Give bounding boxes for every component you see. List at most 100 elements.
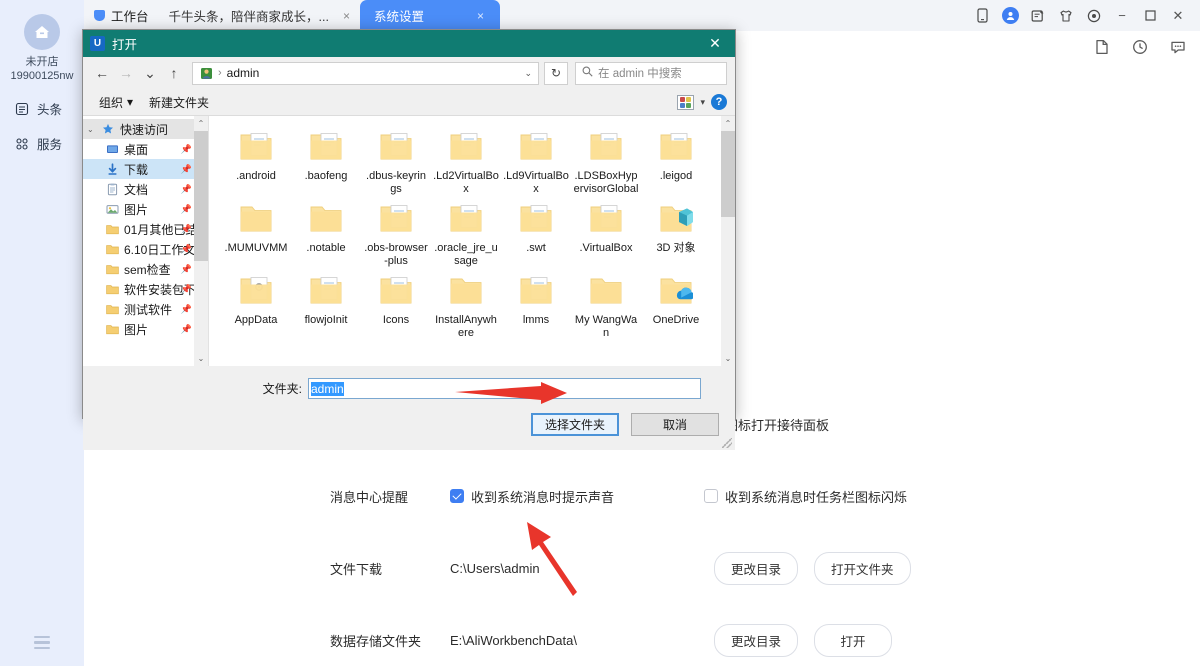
select-folder-button[interactable]: 选择文件夹 xyxy=(531,413,619,436)
file-item[interactable]: Icons xyxy=(361,268,431,340)
chevron-down-icon[interactable]: ▾ xyxy=(700,97,705,108)
organize-menu-button[interactable]: 组织 ▾ xyxy=(91,94,141,111)
file-item[interactable]: .Ld9VirtualBox xyxy=(501,124,571,196)
file-item[interactable]: My WangWan xyxy=(571,268,641,340)
open-download-folder-button[interactable]: 打开文件夹 xyxy=(814,551,911,585)
scroll-up-icon[interactable]: ⌃ xyxy=(721,116,735,131)
file-item[interactable]: .VirtualBox xyxy=(571,196,641,268)
nav-item-desktop[interactable]: 桌面 📌 xyxy=(83,139,208,159)
minimize-button[interactable]: − xyxy=(1108,0,1136,31)
rail-item-services[interactable]: 服务 xyxy=(14,134,84,153)
rail-item-toutiao[interactable]: 头条 xyxy=(14,99,84,118)
tab-close-icon[interactable]: × xyxy=(477,9,484,23)
rail-collapse-button[interactable] xyxy=(0,633,84,653)
search-input[interactable]: 在 admin 中搜索 xyxy=(575,61,727,85)
nav-item-label: 桌面 xyxy=(124,142,149,157)
feedback-icon[interactable] xyxy=(1170,39,1186,55)
quick-access-label: 快速访问 xyxy=(120,122,169,137)
datastore-path-value: E:\AliWorkbenchData\ xyxy=(450,632,577,648)
nav-item-folder-6[interactable]: 图片 📌 xyxy=(83,319,208,339)
desktop-icon xyxy=(105,142,119,156)
phone-icon[interactable] xyxy=(968,0,996,31)
file-icon[interactable] xyxy=(1094,39,1110,55)
up-button[interactable]: ↑ xyxy=(163,61,185,85)
checkbox-icon[interactable] xyxy=(450,489,464,503)
refresh-button[interactable]: ↻ xyxy=(544,61,568,85)
resize-grip[interactable] xyxy=(722,438,732,448)
file-item[interactable]: 3D 对象 xyxy=(641,196,711,268)
file-item[interactable]: flowjoInit xyxy=(291,268,361,340)
file-item[interactable]: .obs-browser-plus xyxy=(361,196,431,268)
file-item[interactable]: .swt xyxy=(501,196,571,268)
setting-label: 消息中心提醒 xyxy=(330,489,409,505)
cancel-button[interactable]: 取消 xyxy=(631,413,719,436)
new-folder-button[interactable]: 新建文件夹 xyxy=(141,94,217,111)
scrollbar-thumb[interactable] xyxy=(721,131,735,217)
dialog-close-button[interactable]: ✕ xyxy=(695,30,735,57)
recent-locations-button[interactable]: ⌄ xyxy=(139,61,161,85)
tab-label: 系统设置 xyxy=(373,10,424,24)
file-item[interactable]: .Ld2VirtualBox xyxy=(431,124,501,196)
open-datastore-button[interactable]: 打开 xyxy=(814,623,893,657)
view-options-icon[interactable] xyxy=(677,94,695,110)
organize-label: 组织 xyxy=(99,95,124,110)
tab-close-icon[interactable]: × xyxy=(343,9,350,23)
shirt-icon[interactable] xyxy=(1052,0,1080,31)
folder-3d-icon xyxy=(659,204,693,239)
folder-name-input[interactable]: admin xyxy=(308,378,701,399)
navpane-scrollbar[interactable]: ⌃ ⌄ xyxy=(194,116,208,366)
file-item[interactable]: .oracle_jre_usage xyxy=(431,196,501,268)
notify-option-flash[interactable]: 收到系统消息时任务栏图标闪烁 xyxy=(704,487,907,506)
nav-item-folder-5[interactable]: 测试软件 📌 xyxy=(83,299,208,319)
file-item[interactable]: .android xyxy=(221,124,291,196)
tab-toutiao[interactable]: 千牛头条，陪伴商家成长，... × xyxy=(159,0,360,31)
chevron-down-icon[interactable]: ⌄ xyxy=(524,68,532,79)
file-item[interactable]: AppData xyxy=(221,268,291,340)
file-name: .LDSBoxHypervisorGlobal xyxy=(573,170,639,195)
history-icon[interactable] xyxy=(1132,39,1148,55)
scrollbar-thumb[interactable] xyxy=(194,131,208,261)
file-item[interactable]: lmms xyxy=(501,268,571,340)
tab-workbench[interactable]: 工作台 xyxy=(84,0,159,31)
nav-item-folder-2[interactable]: 6.10日工作文 📌 xyxy=(83,239,208,259)
file-name: .oracle_jre_usage xyxy=(434,242,498,267)
nav-item-pictures[interactable]: 图片 📌 xyxy=(83,199,208,219)
back-button[interactable]: ← xyxy=(91,61,113,85)
file-item[interactable]: .notable xyxy=(291,196,361,268)
nav-item-folder-4[interactable]: 软件安装包下 📌 xyxy=(83,279,208,299)
folder-field-row: 文件夹: admin xyxy=(83,366,735,399)
file-item[interactable]: OneDrive xyxy=(641,268,711,340)
nav-item-folder-1[interactable]: 01月其他已结 📌 xyxy=(83,219,208,239)
notify-option-sound[interactable]: 收到系统消息时提示声音 xyxy=(450,487,614,506)
scroll-down-icon[interactable]: ⌄ xyxy=(194,351,208,366)
filepane-scrollbar[interactable]: ⌃ ⌄ xyxy=(721,116,735,366)
change-download-dir-button[interactable]: 更改目录 xyxy=(714,551,799,585)
folder-doc-icon xyxy=(449,132,483,167)
checkbox-icon[interactable] xyxy=(704,489,719,503)
file-item[interactable]: .MUMUVMM xyxy=(221,196,291,268)
file-item[interactable]: InstallAnywhere xyxy=(431,268,501,340)
quick-access-header[interactable]: ⌄ 快速访问 xyxy=(83,119,208,139)
change-datastore-dir-button[interactable]: 更改目录 xyxy=(714,623,799,657)
help-icon[interactable]: ? xyxy=(711,94,727,110)
record-icon[interactable] xyxy=(1080,0,1108,31)
file-item[interactable]: .leigod xyxy=(641,124,711,196)
account-block[interactable]: 未开店 19900125nw xyxy=(0,14,84,83)
nav-item-downloads[interactable]: 下载 📌 xyxy=(83,159,208,179)
account-icon[interactable] xyxy=(996,0,1024,31)
file-item[interactable]: .dbus-keyrings xyxy=(361,124,431,196)
nav-item-documents[interactable]: 文档 📌 xyxy=(83,179,208,199)
close-button[interactable]: ✕ xyxy=(1164,0,1192,31)
file-item[interactable]: .LDSBoxHypervisorGlobal xyxy=(571,124,641,196)
nav-item-folder-3[interactable]: sem检查 📌 xyxy=(83,259,208,279)
address-bar[interactable]: › admin ⌄ xyxy=(192,61,539,85)
forward-button[interactable]: → xyxy=(115,61,137,85)
scroll-up-icon[interactable]: ⌃ xyxy=(194,116,208,131)
tab-system-settings[interactable]: 系统设置 × xyxy=(359,0,500,31)
file-item[interactable]: .baofeng xyxy=(291,124,361,196)
breadcrumb-current[interactable]: admin xyxy=(227,66,260,80)
scroll-down-icon[interactable]: ⌄ xyxy=(721,351,735,366)
maximize-button[interactable] xyxy=(1136,0,1164,31)
dialog-title-bar[interactable]: U 打开 ✕ xyxy=(83,30,735,57)
note-icon[interactable] xyxy=(1024,0,1052,31)
